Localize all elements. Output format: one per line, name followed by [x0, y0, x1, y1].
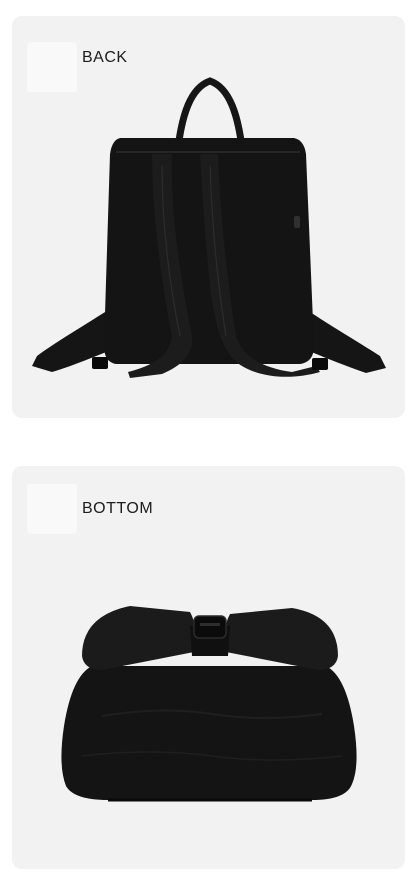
- backpack-back-image: [32, 77, 386, 378]
- bottom-view-panel: BOTTOM: [12, 466, 405, 869]
- back-view-panel: BACK: [12, 16, 405, 418]
- backpack-bottom-image: [61, 606, 357, 802]
- product-detail-page: BACK BOTTOM: [0, 0, 416, 889]
